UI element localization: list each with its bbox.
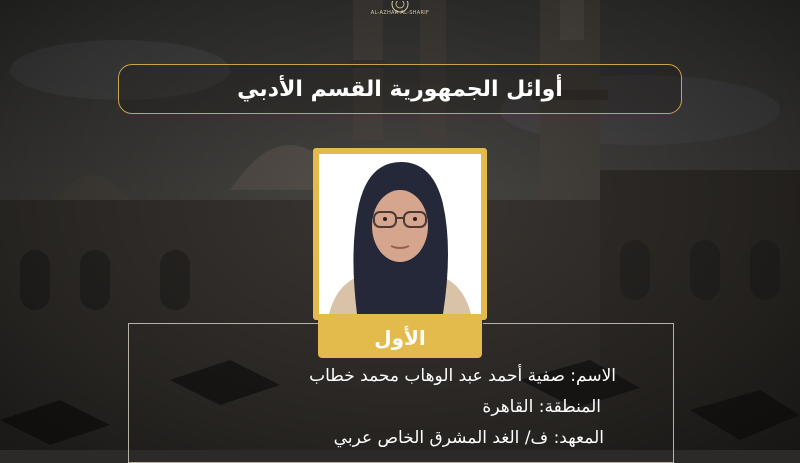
student-region: المنطقة: القاهرة (482, 397, 601, 417)
student-name: الاسم: صفية أحمد عبد الوهاب محمد خطاب (309, 366, 616, 386)
page-title: أوائل الجمهورية القسم الأدبي (237, 76, 563, 102)
info-box-top-border-right (483, 323, 674, 324)
title-banner: أوائل الجمهورية القسم الأدبي (118, 64, 682, 114)
student-photo (319, 154, 481, 314)
info-box-top-border-left (128, 323, 319, 324)
logo-caption: AL-AZHAR AL-SHARIF (370, 10, 430, 16)
student-photo-frame (313, 148, 487, 320)
rank-badge: الأول (318, 318, 482, 358)
student-institute: المعهد: ف/ الغد المشرق الخاص عربي (333, 428, 604, 448)
rank-label: الأول (374, 326, 426, 350)
